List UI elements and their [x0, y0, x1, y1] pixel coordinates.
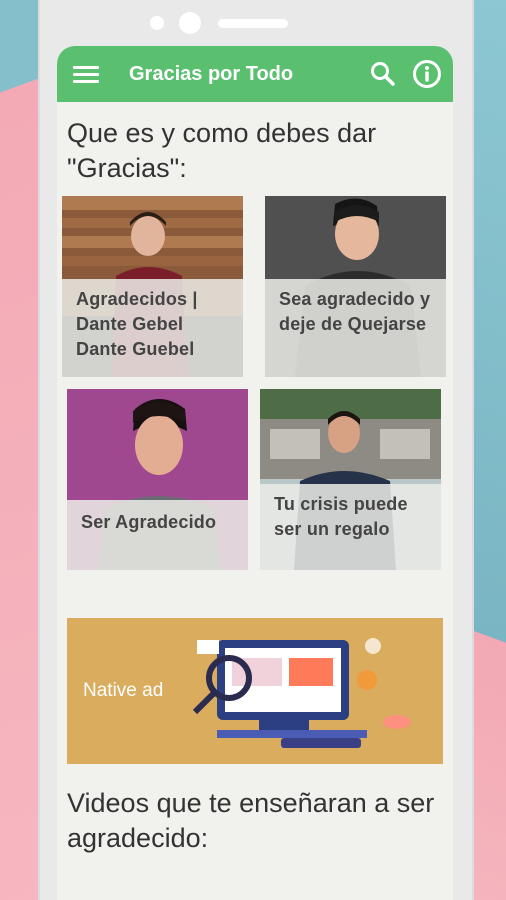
search-button[interactable]: [361, 46, 405, 102]
video-card[interactable]: Sea agradecido y deje de Quejarse: [265, 196, 446, 377]
video-grid: Agradecidos | Dante Gebel Dante Guebel S…: [57, 196, 453, 586]
video-card-title: Agradecidos | Dante Gebel Dante Guebel: [62, 279, 243, 377]
video-card-title: Tu crisis puede ser un regalo: [260, 484, 441, 570]
info-button[interactable]: [405, 46, 449, 102]
section-heading-gratitude: Que es y como debes dar "Gracias":: [67, 118, 377, 183]
section-heading-videos: Videos que te enseñaran a ser agradecido…: [67, 788, 435, 853]
native-ad-banner[interactable]: Native ad: [67, 618, 443, 764]
sensor-dot: [150, 16, 164, 30]
app-bar: Gracias por Todo: [57, 46, 453, 102]
video-card-title: Sea agradecido y deje de Quejarse: [265, 279, 446, 377]
app-screen: Gracias por Todo Que es y como debes dar…: [57, 46, 453, 900]
info-icon: [413, 60, 441, 88]
video-card[interactable]: Agradecidos | Dante Gebel Dante Guebel: [62, 196, 243, 377]
video-card-title: Ser Agradecido: [67, 500, 248, 570]
ad-label: Native ad: [83, 680, 164, 701]
video-card[interactable]: Ser Agradecido: [67, 389, 248, 570]
phone-frame: Gracias por Todo Que es y como debes dar…: [38, 0, 474, 900]
video-card[interactable]: Tu crisis puede ser un regalo: [260, 389, 441, 570]
menu-icon: [73, 62, 99, 87]
search-icon: [371, 62, 395, 86]
menu-button[interactable]: [57, 46, 115, 102]
app-title: Gracias por Todo: [129, 62, 294, 85]
front-camera: [179, 12, 201, 34]
content: Que es y como debes dar "Gracias": Agrad…: [57, 116, 453, 586]
earpiece-speaker: [218, 19, 288, 28]
